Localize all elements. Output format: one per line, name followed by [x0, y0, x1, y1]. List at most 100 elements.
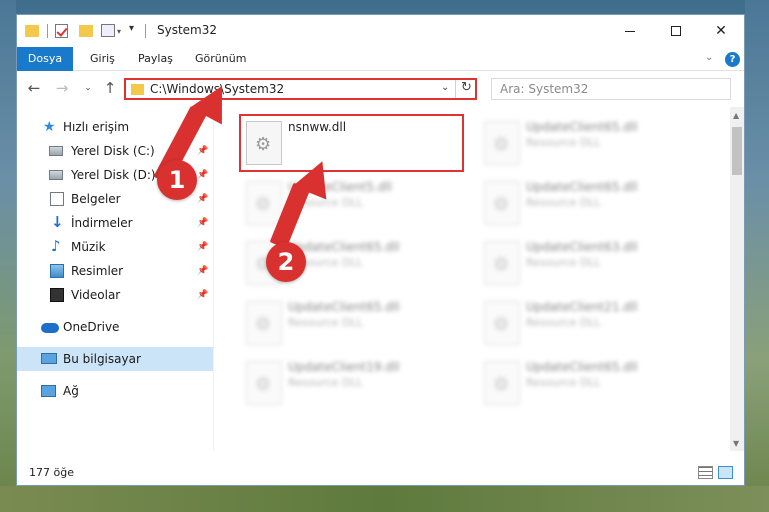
forward-button[interactable]: →	[53, 78, 71, 98]
dll-file-icon	[484, 181, 520, 225]
file-name: UpdateClient65.dll	[526, 360, 638, 374]
properties-check-icon[interactable]	[55, 24, 68, 38]
pin-icon[interactable]: 📌	[197, 266, 208, 276]
address-dropdown-icon[interactable]: ⌄	[441, 82, 449, 93]
file-name: UpdateClient19.dll	[288, 360, 400, 374]
tab-dosya[interactable]: Dosya	[17, 47, 73, 71]
sidebar-item-downloads[interactable]: ↓ İndirmeler 📌	[17, 211, 213, 235]
step-1-badge: 1	[157, 160, 197, 200]
recent-locations-button[interactable]: ⌄	[79, 78, 97, 98]
pin-icon[interactable]: 📌	[197, 170, 208, 180]
window-title: System32	[157, 23, 218, 37]
file-description: Resource DLL	[526, 376, 601, 389]
scroll-up-icon[interactable]: ▲	[733, 111, 739, 120]
close-button[interactable]: ✕	[698, 15, 744, 47]
desktop-background-bottom	[0, 486, 769, 512]
pin-icon[interactable]: 📌	[197, 242, 208, 252]
caret-down-icon[interactable]: ▾	[117, 27, 121, 36]
maximize-icon	[671, 26, 681, 36]
maximize-button[interactable]	[653, 15, 699, 47]
file-tile[interactable]: UpdateClient63.dll Resource DLL	[476, 237, 706, 287]
large-icons-view-icon[interactable]	[718, 466, 733, 479]
properties-icon[interactable]	[101, 24, 115, 37]
file-tile[interactable]: UpdateClient21.dll Resource DLL	[476, 297, 706, 347]
dll-file-icon	[484, 361, 520, 405]
sidebar-item-label: Yerel Disk (D:)	[71, 168, 156, 182]
sidebar-item-onedrive[interactable]: OneDrive	[17, 315, 213, 339]
navigation-bar: ← → ⌄ ↑ C:\Windows\System32 ⌄ ↻ Ara: Sys…	[17, 72, 744, 104]
expand-ribbon-icon[interactable]: ⌄	[705, 52, 713, 63]
sidebar-item-label: Belgeler	[71, 192, 121, 206]
sidebar-item-network[interactable]: Ağ	[17, 379, 213, 403]
sidebar-item-label: Videolar	[71, 288, 121, 302]
dll-file-icon	[484, 241, 520, 285]
title-bar: ▾ ▾ System32 ✕	[17, 15, 744, 47]
up-button[interactable]: ↑	[101, 78, 119, 98]
item-count: 177 öğe	[29, 466, 74, 479]
file-explorer-window: ▾ ▾ System32 ✕ Dosya Giriş Paylaş Görünü…	[16, 14, 745, 486]
toolbar-separator	[145, 24, 146, 38]
file-name: UpdateClient65.dll	[526, 120, 638, 134]
customize-toolbar-icon[interactable]: ▾	[129, 23, 134, 34]
file-tile[interactable]: UpdateClient5.dll Resource DLL	[238, 177, 468, 227]
file-tile[interactable]: UpdateClient19.dll Resource DLL	[238, 357, 468, 407]
folder-icon	[131, 84, 144, 95]
sidebar-item-videos[interactable]: Videolar 📌	[17, 283, 213, 307]
desktop-background-left	[0, 0, 16, 512]
scroll-thumb[interactable]	[732, 127, 742, 175]
sidebar-item-pictures[interactable]: Resimler 📌	[17, 259, 213, 283]
pin-icon[interactable]: 📌	[197, 146, 208, 156]
minimize-icon	[625, 30, 635, 32]
file-name: UpdateClient65.dll	[526, 180, 638, 194]
file-tile[interactable]: UpdateClient65.dll Resource DLL	[238, 297, 468, 347]
file-description: Resource DLL	[288, 376, 363, 389]
dll-file-icon	[484, 121, 520, 165]
search-input[interactable]: Ara: System32	[491, 78, 731, 100]
disk-icon	[49, 170, 63, 180]
pin-icon[interactable]: 📌	[197, 194, 208, 204]
videos-icon	[50, 288, 64, 302]
network-icon	[41, 385, 56, 397]
tab-paylas[interactable]: Paylaş	[127, 47, 184, 71]
sidebar-item-label: Hızlı erişim	[63, 120, 130, 134]
sidebar-item-label: İndirmeler	[71, 216, 133, 230]
sidebar-item-label: Resimler	[71, 264, 124, 278]
sidebar-item-label: Yerel Disk (C:)	[71, 144, 155, 158]
vertical-scrollbar[interactable]: ▲ ▼	[730, 107, 744, 451]
search-placeholder: Ara: System32	[500, 82, 589, 96]
tab-gorunum[interactable]: Görünüm	[184, 47, 257, 71]
download-icon: ↓	[51, 213, 64, 231]
file-name: UpdateClient21.dll	[526, 300, 638, 314]
new-folder-icon[interactable]	[79, 25, 93, 37]
ribbon-tabs: Dosya Giriş Paylaş Görünüm ⌄ ?	[17, 47, 744, 71]
pictures-icon	[50, 264, 64, 278]
refresh-icon[interactable]: ↻	[461, 80, 472, 95]
back-button[interactable]: ←	[25, 78, 43, 98]
file-name: UpdateClient65.dll	[288, 240, 400, 254]
address-bar[interactable]: C:\Windows\System32 ⌄ ↻	[124, 78, 477, 100]
scroll-down-icon[interactable]: ▼	[733, 439, 739, 448]
sidebar-item-label: Ağ	[63, 384, 79, 398]
help-icon[interactable]: ?	[725, 52, 740, 67]
address-separator	[455, 80, 456, 98]
file-tile[interactable]: UpdateClient65.dll Resource DLL	[476, 357, 706, 407]
file-description: Resource DLL	[526, 136, 601, 149]
sidebar-item-label: OneDrive	[63, 320, 120, 334]
status-bar: 177 öğe	[17, 461, 744, 485]
file-description: Resource DLL	[526, 196, 601, 209]
disk-icon	[49, 146, 63, 156]
pin-icon[interactable]: 📌	[197, 290, 208, 300]
details-view-icon[interactable]	[698, 466, 713, 479]
sidebar-item-this-pc[interactable]: Bu bilgisayar	[17, 347, 213, 371]
highlight-box	[239, 114, 464, 172]
step-2-badge: 2	[266, 242, 306, 282]
dll-file-icon	[484, 301, 520, 345]
minimize-button[interactable]	[607, 15, 653, 47]
tab-giris[interactable]: Giriş	[79, 47, 126, 71]
file-tile[interactable]: UpdateClient65.dll Resource DLL	[476, 177, 706, 227]
file-tile[interactable]: UpdateClient65.dll Resource DLL	[476, 117, 706, 167]
file-description: Resource DLL	[526, 256, 601, 269]
folder-icon	[25, 25, 39, 37]
sidebar-item-music[interactable]: ♪ Müzik 📌	[17, 235, 213, 259]
pin-icon[interactable]: 📌	[197, 218, 208, 228]
